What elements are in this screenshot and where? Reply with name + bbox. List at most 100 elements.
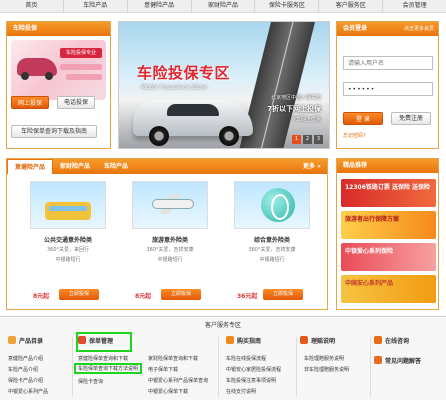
bus-icon (45, 202, 91, 220)
product-price: 8元起 (33, 293, 50, 300)
service-link[interactable]: 保险卡查询 (78, 378, 103, 385)
online-insure-button[interactable]: 网上投保 (11, 96, 49, 109)
wheel-icon (219, 126, 239, 146)
car-icon (17, 58, 57, 80)
phone-insure-button[interactable]: 电话投保 (57, 96, 95, 109)
car-panel-title: 车险投保 (7, 22, 110, 36)
feature-banner[interactable]: 12306铁路订票 送保险 送保险 (341, 179, 436, 207)
banner-page-2[interactable]: 2 (303, 135, 312, 144)
divider (370, 337, 371, 397)
banner-line: 北京地区中国人保车险 (270, 95, 321, 101)
service-link[interactable]: 保险卡产品介绍 (8, 377, 43, 384)
banner-title: 车险投保专区 (137, 64, 231, 82)
product-price: 36元起 (237, 293, 258, 300)
service-link[interactable]: 车险在线投保流程 (226, 355, 266, 362)
nav-accident-products[interactable]: 意健险产品 (128, 0, 192, 12)
product-desc: 360°关爱，来回行 (46, 247, 90, 253)
product-card: 公共交通意外险类 360°关爱，来回行 中银路短行 8元起 立即投保 (19, 181, 117, 305)
banner-pagination: 1 2 3 (292, 135, 323, 144)
banner-line: 7折以下网上投保 (267, 105, 321, 113)
service-link[interactable]: 中银爱心系列产品保单查询 (148, 377, 208, 384)
plane-image[interactable] (132, 181, 208, 229)
service-link[interactable]: 中银爱心系列产品 (8, 388, 48, 395)
featured-panel: 精品推荐 12306铁路订票 送保险 送保险 旅游者出行保障方案 中银爱心系列保… (336, 158, 439, 310)
service-link[interactable]: 中银爱心保单下载 (148, 388, 188, 395)
car-policy-download-link[interactable]: 车险保单查询下载方法说明 (73, 363, 143, 374)
nav-member[interactable]: 会员管理 (383, 0, 446, 12)
nav-home[interactable]: 首页 (0, 0, 64, 12)
catalog-icon (8, 336, 16, 344)
products-more-link[interactable]: 更多 » (303, 159, 321, 174)
feature-banner[interactable]: 旅游者出行保障方案 (341, 211, 436, 239)
car-window (167, 104, 219, 116)
tab-home-property-products[interactable]: 家财险产品 (53, 159, 97, 174)
divider (296, 337, 297, 397)
product-price: 8元起 (135, 293, 152, 300)
featured-title: 精品推荐 (337, 159, 438, 173)
product-name[interactable]: 旅游意外险类 (121, 235, 219, 244)
product-panel: 意健险产品 家财险产品 车险产品 更多 » 公共交通意外险类 360°关爱，来回… (6, 158, 328, 310)
service-link[interactable]: 车险理赔服务说明 (304, 355, 344, 362)
policy-management-heading[interactable]: 保单管理 (76, 332, 132, 352)
buy-now-button[interactable]: 立即投保 (59, 289, 99, 300)
purchase-guide-heading[interactable]: 购买指南 (226, 334, 261, 350)
divider (218, 337, 219, 397)
faq-heading[interactable]: 常见问题解答 (374, 354, 421, 370)
divider (72, 337, 73, 397)
product-desc: 360°关爱，吉祥安康 (248, 247, 296, 253)
banner-line: 专享网上优惠 (290, 117, 321, 123)
service-link[interactable]: 中银安心家居险投保流程 (226, 366, 281, 373)
nav-home-property-products[interactable]: 家财险产品 (192, 0, 256, 12)
service-link[interactable]: 意健险产品介绍 (8, 355, 43, 362)
product-tabs: 意健险产品 家财险产品 车险产品 更多 » (7, 159, 327, 174)
plane-icon (153, 200, 193, 208)
service-title: 客户服务专区 (204, 322, 241, 329)
password-input[interactable] (343, 82, 433, 96)
bus-image[interactable] (30, 181, 106, 229)
wheel-icon (149, 126, 169, 146)
nav-customer-service[interactable]: 客户服务区 (319, 0, 384, 12)
login-title-text: 会员登录 (343, 25, 368, 32)
buy-now-button[interactable]: 立即投保 (263, 289, 303, 300)
claims-icon (300, 336, 308, 344)
car-promo-image[interactable]: 车险投保专业 (11, 40, 106, 100)
product-catalog-heading[interactable]: 产品目录 (8, 334, 43, 350)
tab-car-products[interactable]: 车险产品 (97, 159, 135, 174)
claims-heading[interactable]: 理赔说明 (300, 334, 335, 350)
forgot-password-link[interactable]: 忘记密码？ (343, 132, 368, 139)
hero-banner[interactable]: 车险投保专区 Motor Insurance Zone 北京地区中国人保车险 7… (118, 21, 330, 149)
service-link[interactable]: 意健险保单查询和下载 (78, 355, 128, 362)
faq-icon (374, 356, 382, 364)
cart-icon (226, 336, 234, 344)
buy-now-button[interactable]: 立即投保 (161, 289, 201, 300)
service-link[interactable]: 电子保单下载 (148, 366, 178, 373)
nav-insurance-card[interactable]: 保险卡服务区 (255, 0, 320, 12)
service-link[interactable]: 非车险理赔服务说明 (304, 366, 349, 373)
top-nav: 首页 车险产品 意健险产品 家财险产品 保险卡服务区 客户服务区 会员管理 (0, 0, 446, 13)
member-login-panel: 会员登录 点击更多会员 登 录 免费注册 忘记密码？ (336, 21, 439, 149)
service-link[interactable]: 家财险保单查询和下载 (148, 355, 198, 362)
nav-car-products[interactable]: 车险产品 (64, 0, 128, 12)
service-link[interactable]: 车险产品介绍 (8, 366, 38, 373)
tab-accident-products[interactable]: 意健险产品 (7, 159, 54, 174)
feature-banner[interactable]: 中银爱心系列保险 (341, 243, 436, 271)
login-more-link[interactable]: 点击更多会员 (404, 22, 434, 36)
banner-page-3[interactable]: 3 (314, 135, 323, 144)
product-name[interactable]: 综合意外险类 (223, 235, 321, 244)
banner-page-1[interactable]: 1 (292, 135, 301, 144)
online-consult-heading[interactable]: 在线咨询 (374, 334, 409, 350)
globe-image[interactable] (234, 181, 310, 229)
service-link[interactable]: 在线支付说明 (226, 388, 256, 395)
policy-guide-button[interactable]: 车险保单查询下载及指南 (11, 125, 97, 138)
product-desc: 360°关爱，吉祥安康 (146, 247, 194, 253)
product-card: 综合意外险类 360°关爱，吉祥安康 中银路短行 36元起 立即投保 (223, 181, 321, 305)
promo-tag: 车险投保专业 (60, 48, 102, 58)
register-button[interactable]: 免费注册 (391, 112, 431, 125)
login-button[interactable]: 登 录 (343, 112, 383, 125)
username-input[interactable] (343, 56, 433, 70)
feature-banner[interactable]: 中国安心系列产品 (341, 275, 436, 303)
service-link[interactable]: 车险投保注意事项说明 (226, 377, 276, 384)
globe-icon (261, 188, 295, 222)
product-desc: 中银路短行 (259, 257, 285, 263)
product-name[interactable]: 公共交通意外险类 (19, 235, 117, 244)
